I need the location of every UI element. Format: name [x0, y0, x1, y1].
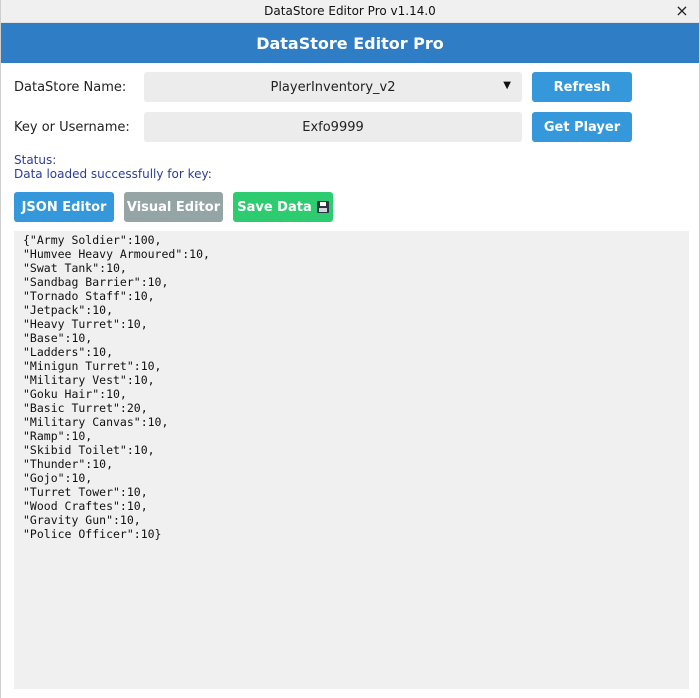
close-button[interactable]: ×	[673, 2, 691, 20]
json-editor-textarea[interactable]: {"Army Soldier":100, "Humvee Heavy Armou…	[14, 231, 689, 689]
save-data-label: Save Data	[237, 199, 312, 215]
json-editor-label: JSON Editor	[21, 199, 107, 215]
app-header: DataStore Editor Pro	[1, 23, 699, 63]
title-bar[interactable]: DataStore Editor Pro v1.14.0 ×	[1, 0, 699, 23]
key-label: Key or Username:	[14, 120, 130, 135]
key-input-value: Exfo9999	[302, 119, 364, 135]
app-window: DataStore Editor Pro v1.14.0 × DataStore…	[0, 0, 700, 698]
key-row: Key or Username: Exfo9999 Get Player	[1, 112, 700, 144]
floppy-disk-icon	[316, 201, 329, 213]
get-player-button[interactable]: Get Player	[532, 112, 632, 142]
key-input[interactable]: Exfo9999	[144, 112, 522, 142]
header-title: DataStore Editor Pro	[256, 33, 444, 53]
datastore-label: DataStore Name:	[14, 80, 127, 95]
status-label: Status:	[14, 153, 57, 167]
chevron-down-icon: ▼	[503, 80, 511, 91]
datastore-row: DataStore Name: PlayerInventory_v2 ▼ Ref…	[1, 72, 700, 104]
json-editor-button[interactable]: JSON Editor	[14, 192, 114, 222]
datastore-select[interactable]: PlayerInventory_v2 ▼	[144, 72, 522, 102]
save-data-button[interactable]: Save Data	[233, 192, 333, 222]
status-message: Data loaded successfully for key:	[14, 167, 212, 181]
datastore-selected-value: PlayerInventory_v2	[270, 79, 396, 95]
visual-editor-label: Visual Editor	[126, 199, 221, 215]
window-title: DataStore Editor Pro v1.14.0	[264, 4, 436, 18]
visual-editor-button[interactable]: Visual Editor	[124, 192, 223, 222]
refresh-button[interactable]: Refresh	[532, 72, 632, 102]
